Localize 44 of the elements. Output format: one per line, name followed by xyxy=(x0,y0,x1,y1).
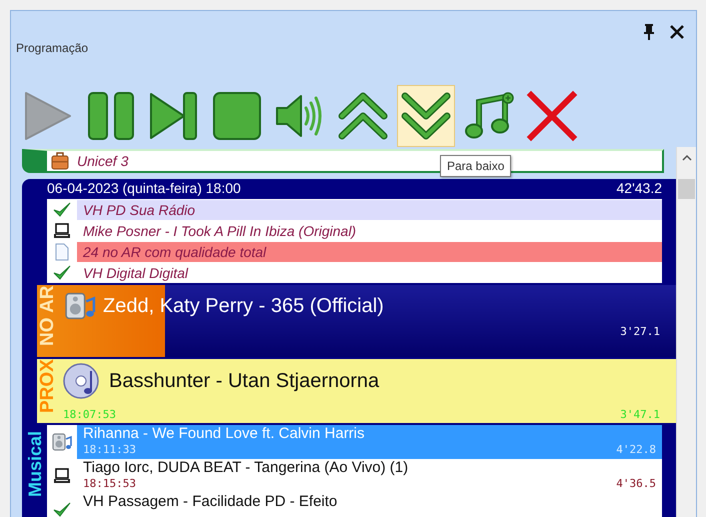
track-duration: 3'47.1 xyxy=(620,408,660,421)
double-chevron-up-icon xyxy=(337,90,389,142)
scrollbar-thumb[interactable] xyxy=(678,179,695,199)
speaker-note-icon xyxy=(51,431,73,453)
block-date: 06-04-2023 (quinta-feira) 18:00 xyxy=(47,180,241,198)
briefcase-icon xyxy=(51,152,69,170)
start-time: 18:11:33 xyxy=(83,443,136,457)
track-title: Rihanna - We Found Love ft. Calvin Harris xyxy=(83,425,366,443)
computer-icon xyxy=(53,467,71,485)
toolbar-button[interactable] xyxy=(397,85,455,147)
skip-next-icon xyxy=(148,90,200,142)
block-duration: 42'43.2 xyxy=(616,180,662,198)
start-time: 18:07:53 xyxy=(63,408,116,421)
double-chevron-down-icon xyxy=(400,90,452,142)
delete-icon xyxy=(526,90,578,142)
next-label: PROX xyxy=(37,359,59,415)
play-icon xyxy=(22,90,74,142)
playlist-row[interactable]: VH PD Sua Rádio xyxy=(77,200,662,220)
computer-icon xyxy=(53,222,71,240)
track-duration: 4'36.5 xyxy=(616,477,656,491)
scrollbar[interactable] xyxy=(676,147,696,517)
checkmark-icon xyxy=(53,264,71,282)
pause-icon xyxy=(85,90,137,142)
playlist-row[interactable]: 24 no AR com qualidade total xyxy=(77,242,662,262)
track-title: Tiago Iorc, DUDA BEAT - Tangerina (Ao Vivo) (1) xyxy=(83,459,410,477)
track-title: Basshunter - Utan Stjaernorna xyxy=(109,370,380,392)
close-icon xyxy=(669,24,685,40)
pin-icon xyxy=(641,23,657,41)
stop-icon xyxy=(211,90,263,142)
caret-up-icon xyxy=(682,154,692,160)
document-icon xyxy=(54,242,70,260)
track-duration: 4'22.8 xyxy=(616,443,656,457)
on-air-label: NO AR xyxy=(37,285,59,348)
window-title: Programação xyxy=(16,41,90,55)
section-label: Musical xyxy=(24,431,46,498)
start-time: 18:15:53 xyxy=(83,477,136,491)
item-title: Unicef 3 xyxy=(77,153,128,169)
tooltip: Para baixo xyxy=(440,155,512,177)
playlist-row[interactable]: Tiago Iorc, DUDA BEAT - Tangerina (Ao Vivo) (1) 18:15:53 4'36.5 xyxy=(77,459,662,493)
checkmark-icon xyxy=(53,501,71,517)
checkmark-icon xyxy=(53,200,71,218)
playlist-row[interactable]: VH Passagem - Facilidade PD - Efeito xyxy=(77,493,662,517)
track-duration: 3'27.1 xyxy=(620,325,660,338)
track-title: VH Passagem - Facilidade PD - Efeito xyxy=(83,493,338,511)
